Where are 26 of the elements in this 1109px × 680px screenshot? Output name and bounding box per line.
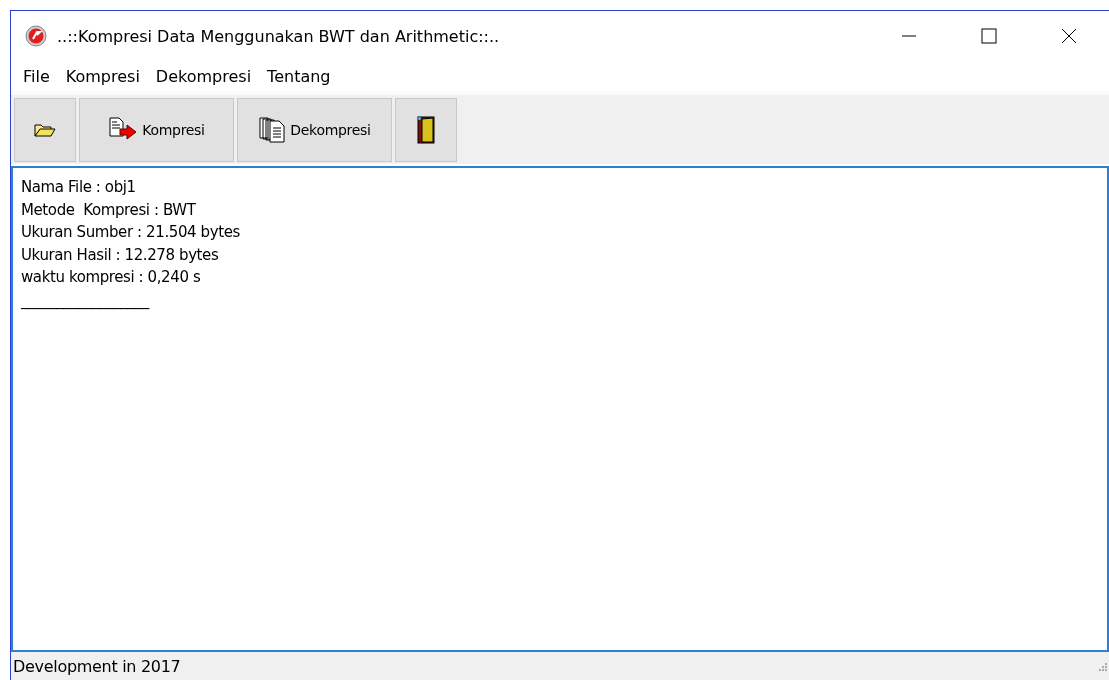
folder-icon bbox=[34, 123, 56, 137]
door-icon bbox=[417, 116, 435, 144]
minimize-icon bbox=[901, 35, 917, 37]
decompress-button[interactable]: Dekompresi bbox=[237, 98, 392, 162]
window-title: ..::Kompresi Data Menggunakan BWT dan Arithmetic::.. bbox=[57, 26, 501, 46]
status-text: Development in 2017 bbox=[12, 656, 181, 676]
documents-icon bbox=[258, 117, 287, 143]
close-icon bbox=[1061, 28, 1077, 44]
app-icon bbox=[25, 25, 47, 47]
memo-line: __________________ bbox=[21, 289, 151, 311]
memo-line: Ukuran Hasil : 12.278 bytes bbox=[21, 244, 220, 266]
compress-button[interactable]: Kompresi bbox=[79, 98, 234, 162]
memo-line: Nama File : obj1 bbox=[21, 177, 137, 198]
memo-box[interactable]: Nama File : obj1 Metode Kompresi : BWT Ukuran Sumber : 21.504 bytes Ukuran Hasil : 12.278 bytes waktu kompresi : 0,240 s __________________ bbox=[11, 166, 1109, 652]
resize-grip-icon bbox=[1097, 661, 1107, 671]
menu-item[interactable]: File bbox=[15, 67, 58, 91]
menu-item[interactable]: Tentang bbox=[259, 67, 339, 91]
document-arrow-icon bbox=[108, 117, 139, 143]
memo-line: Ukuran Sumber : 21.504 bytes bbox=[21, 222, 241, 243]
memo-line: waktu kompresi : 0,240 s bbox=[21, 267, 202, 288]
memo-line: Metode Kompresi : BWT bbox=[21, 199, 197, 221]
menu-item[interactable]: Dekompresi bbox=[147, 67, 260, 91]
maximize-icon bbox=[981, 28, 997, 44]
exit-button[interactable] bbox=[395, 98, 457, 162]
open-button[interactable] bbox=[14, 98, 76, 162]
menu-item[interactable]: Kompresi bbox=[57, 67, 148, 91]
